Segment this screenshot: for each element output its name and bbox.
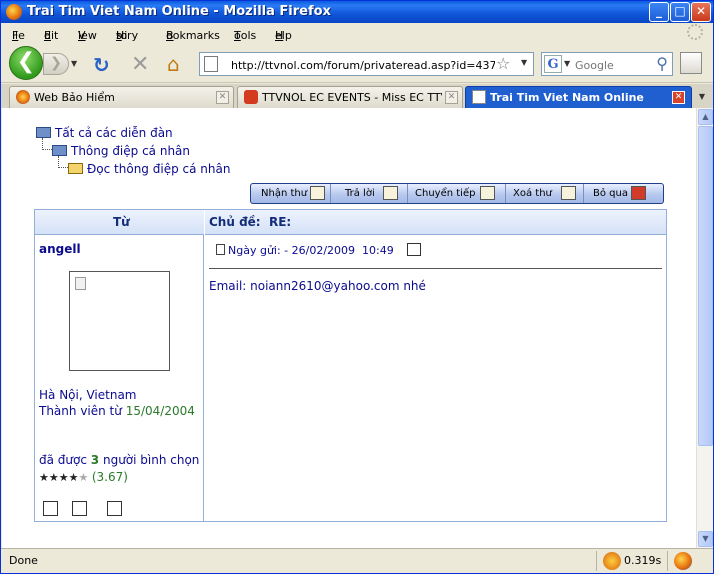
forward-message-button[interactable]: Chuyển tiếp bbox=[408, 184, 506, 203]
tab-label: Web Bảo Hiểm bbox=[34, 91, 115, 104]
avatar bbox=[69, 271, 170, 371]
tab-close-icon[interactable]: ✕ bbox=[216, 91, 229, 104]
tab-list-dropdown-icon[interactable]: ▼ bbox=[695, 89, 709, 105]
message-body: Email: noiann2610@yahoo.com nhé bbox=[209, 279, 426, 293]
scroll-thumb[interactable] bbox=[698, 126, 713, 446]
forward-icon bbox=[480, 186, 495, 200]
search-input[interactable] bbox=[575, 57, 647, 73]
vertical-scrollbar[interactable]: ▲ ▼ bbox=[696, 108, 713, 548]
sent-date-line: Ngày gửi: - 26/02/2009 10:49 bbox=[216, 243, 422, 257]
tree-connector bbox=[42, 138, 52, 150]
delete-button[interactable]: Xoá thư bbox=[506, 184, 584, 203]
breadcrumb-read-message: Đọc thông điệp cá nhân bbox=[58, 156, 230, 176]
tree-connector bbox=[58, 156, 68, 168]
search-box[interactable]: G ▼ ⚲ bbox=[541, 52, 673, 76]
divider bbox=[596, 551, 597, 571]
search-icon[interactable]: ⚲ bbox=[656, 54, 668, 73]
send-message-icon[interactable] bbox=[72, 501, 87, 516]
divider bbox=[667, 551, 668, 571]
stop-icon[interactable]: ✕ bbox=[131, 52, 149, 77]
close-button[interactable]: ✕ bbox=[691, 2, 711, 22]
yslow-icon[interactable] bbox=[603, 552, 621, 570]
subject-header: Chủ đề: RE: bbox=[205, 210, 666, 235]
reply-icon bbox=[383, 186, 398, 200]
url-input[interactable] bbox=[231, 57, 495, 73]
broken-image-icon bbox=[75, 277, 86, 290]
sidebar-toggle-icon[interactable] bbox=[680, 52, 702, 74]
tab-ttvnol-ec-events[interactable]: TTVNOL EC EVENTS - Miss EC TTV... ✕ bbox=[237, 86, 463, 108]
tab-close-icon[interactable]: ✕ bbox=[672, 91, 685, 104]
throbber-icon bbox=[687, 24, 703, 40]
inbox-button[interactable]: Nhận thư bbox=[251, 184, 331, 203]
url-bar[interactable]: ☆ ▼ bbox=[199, 52, 534, 76]
back-button[interactable]: ❮ bbox=[9, 46, 43, 80]
title-bar: Trai Tim Viet Nam Online - Mozilla Firef… bbox=[1, 1, 713, 23]
heart-icon bbox=[244, 90, 258, 104]
author-location: Hà Nội, Vietnam bbox=[39, 388, 137, 402]
tab-label: TTVNOL EC EVENTS - Miss EC TTV... bbox=[262, 91, 442, 104]
message-toolbar: Nhận thư Trả lời Chuyển tiếp Xoá thư Bỏ … bbox=[250, 183, 664, 204]
tab-close-icon[interactable]: ✕ bbox=[445, 91, 458, 104]
firefox-status-icon[interactable] bbox=[674, 552, 692, 570]
forward-button[interactable]: ❯ bbox=[43, 53, 69, 75]
search-engine-dropdown-icon[interactable]: ▼ bbox=[564, 59, 570, 68]
vote-summary: đã được 3 người bình chọn bbox=[39, 453, 200, 467]
status-text: Done bbox=[9, 554, 38, 567]
homepage-icon[interactable] bbox=[107, 501, 122, 516]
browser-window: Trai Tim Viet Nam Online - Mozilla Firef… bbox=[0, 0, 714, 574]
rating-stars: ★★★★★ (3.67) bbox=[39, 470, 128, 484]
inbox-icon bbox=[310, 186, 325, 200]
reply-button[interactable]: Trả lời bbox=[331, 184, 408, 203]
document-icon bbox=[216, 244, 225, 255]
tab-label: Trai Tim Viet Nam Online bbox=[490, 91, 644, 104]
skip-button[interactable]: Bỏ qua bbox=[584, 184, 663, 203]
page-tab-icon bbox=[472, 90, 486, 104]
navigation-toolbar: ❮ ❯ ▼ ↻ ✕ ⌂ ☆ ▼ G ▼ ⚲ bbox=[1, 43, 713, 83]
firefox-icon bbox=[6, 4, 22, 20]
profile-icon[interactable] bbox=[43, 501, 58, 516]
menu-bar: File Edit View Hi s tory Bookmarks Tools H… bbox=[1, 23, 713, 43]
trash-icon bbox=[561, 186, 576, 200]
page-icon bbox=[204, 56, 218, 72]
page-content: Tất cả các diễn đàn Thông điệp cá nhân Đ… bbox=[2, 108, 696, 548]
maximize-button[interactable]: □ bbox=[670, 2, 690, 22]
minimize-button[interactable]: _ bbox=[649, 2, 669, 22]
google-icon[interactable]: G bbox=[544, 55, 562, 73]
message-subject: Chủ đề: RE: bbox=[209, 215, 292, 229]
folder-icon bbox=[36, 127, 51, 138]
author-name[interactable]: angell bbox=[39, 242, 81, 256]
from-header: Từ bbox=[35, 210, 204, 235]
tab-web-bao-hiem[interactable]: Web Bảo Hiểm ✕ bbox=[9, 86, 234, 108]
member-since: Thành viên từ 15/04/2004 bbox=[39, 404, 195, 418]
home-icon[interactable]: ⌂ bbox=[167, 52, 180, 76]
reload-icon[interactable]: ↻ bbox=[93, 53, 110, 77]
bookmark-star-icon[interactable]: ☆ bbox=[496, 54, 510, 73]
scroll-up-icon[interactable]: ▲ bbox=[698, 109, 713, 125]
open-folder-icon bbox=[68, 163, 83, 174]
tab-bar: Web Bảo Hiểm ✕ TTVNOL EC EVENTS - Miss E… bbox=[1, 84, 713, 108]
author-column: Từ angell Hà Nội, Vietnam Thành viên từ … bbox=[35, 210, 204, 521]
breadcrumb-all-forums[interactable]: Tất cả các diễn đàn bbox=[36, 126, 173, 140]
history-dropdown-icon[interactable]: ▼ bbox=[71, 59, 77, 68]
load-time: 0.319s bbox=[624, 554, 662, 567]
scroll-down-icon[interactable]: ▼ bbox=[698, 531, 713, 547]
edit-icon[interactable] bbox=[407, 243, 422, 256]
message-table: Từ angell Hà Nội, Vietnam Thành viên từ … bbox=[34, 209, 667, 522]
window-title: Trai Tim Viet Nam Online - Mozilla Firef… bbox=[27, 4, 331, 19]
skip-icon bbox=[631, 186, 646, 200]
firefox-tab-icon bbox=[16, 90, 30, 104]
message-column: Chủ đề: RE: Ngày gửi: - 26/02/2009 10:49… bbox=[205, 210, 666, 521]
tab-trai-tim-viet-nam[interactable]: Trai Tim Viet Nam Online ✕ bbox=[465, 86, 692, 108]
folder-icon bbox=[52, 145, 67, 156]
status-bar: Done 0.319s bbox=[1, 548, 713, 573]
divider bbox=[209, 268, 662, 269]
url-dropdown-icon[interactable]: ▼ bbox=[521, 58, 527, 67]
